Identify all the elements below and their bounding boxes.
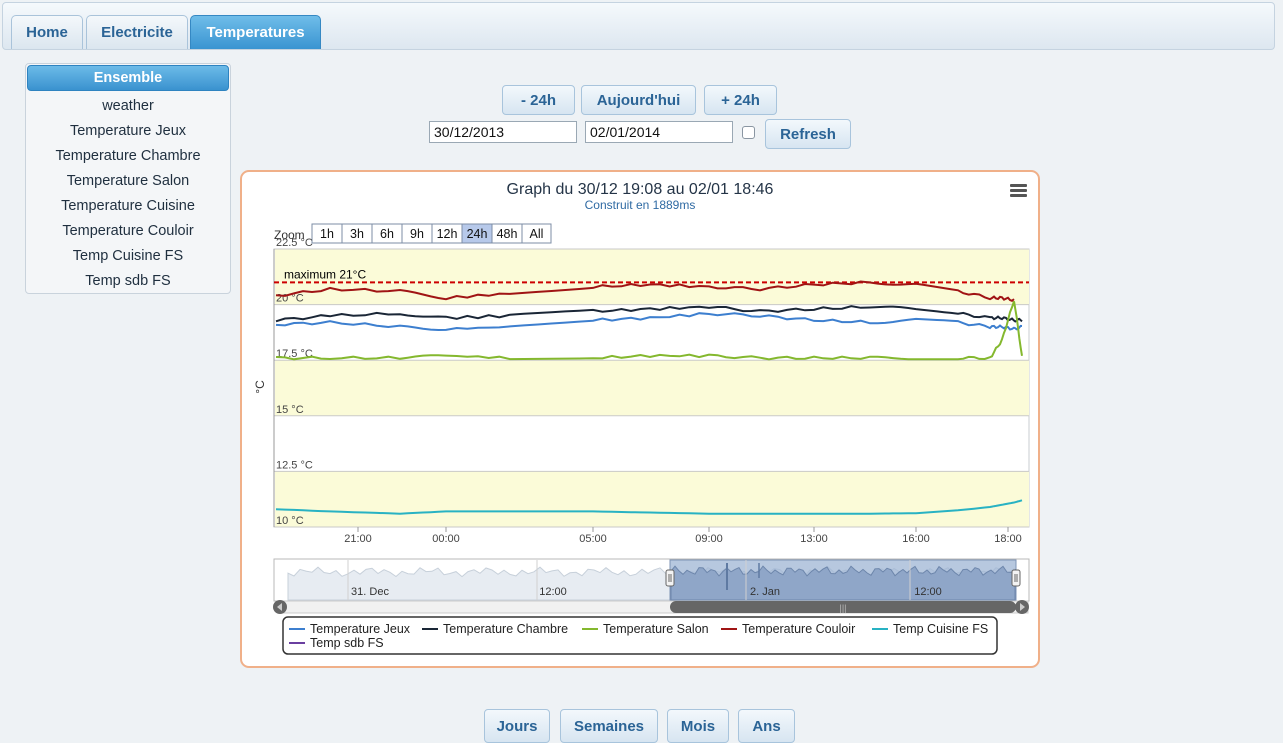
y-tick-label: 22.5 °C bbox=[276, 237, 313, 249]
x-tick-label: 16:00 bbox=[902, 533, 930, 545]
zoom-button-label[interactable]: 9h bbox=[410, 227, 424, 241]
x-tick-label: 13:00 bbox=[800, 533, 828, 545]
navigator-label: 31. Dec bbox=[351, 586, 389, 598]
chart-title: Graph du 30/12 19:08 au 02/01 18:46 bbox=[507, 181, 774, 198]
legend-item[interactable]: Temperature Salon bbox=[603, 622, 709, 636]
scrollbar-grip-icon: ||| bbox=[839, 603, 846, 613]
navigator-handle-icon[interactable] bbox=[665, 569, 675, 587]
mois-button[interactable]: Mois bbox=[667, 709, 729, 743]
legend-item[interactable]: Temperature Couloir bbox=[742, 622, 855, 636]
navigator-label: 2. Jan bbox=[750, 586, 780, 598]
zoom-button-label[interactable]: 3h bbox=[350, 227, 364, 241]
x-tick-label: 09:00 bbox=[695, 533, 723, 545]
navigator-label: 12:00 bbox=[914, 586, 942, 598]
temperature-chart: Graph du 30/12 19:08 au 02/01 18:46 Cons… bbox=[253, 181, 1030, 655]
ans-button[interactable]: Ans bbox=[738, 709, 795, 743]
legend-item[interactable]: Temperature Chambre bbox=[443, 622, 568, 636]
x-tick-label: 21:00 bbox=[344, 533, 372, 545]
y-tick-label: 15 °C bbox=[276, 404, 304, 416]
navigator-handle-icon[interactable] bbox=[1011, 569, 1021, 587]
zoom-button-label[interactable]: 1h bbox=[320, 227, 334, 241]
y-axis-title: °C bbox=[253, 380, 267, 394]
maximum-plot-line-label: maximum 21°C bbox=[284, 267, 366, 281]
x-tick-label: 00:00 bbox=[432, 533, 460, 545]
x-tick-label: 18:00 bbox=[994, 533, 1022, 545]
chart-subtitle: Construit en 1889ms bbox=[585, 198, 696, 212]
zoom-button-label[interactable]: 12h bbox=[437, 227, 458, 241]
plot-band bbox=[275, 360, 1029, 416]
plot-band bbox=[275, 249, 1029, 305]
legend-item[interactable]: Temp Cuisine FS bbox=[893, 622, 988, 636]
plot-band bbox=[275, 471, 1029, 527]
semaines-button[interactable]: Semaines bbox=[560, 709, 658, 743]
jours-button[interactable]: Jours bbox=[484, 709, 550, 743]
legend-item[interactable]: Temp sdb FS bbox=[310, 636, 384, 650]
navigator-label: 12:00 bbox=[539, 586, 567, 598]
zoom-button-label[interactable]: All bbox=[530, 227, 544, 241]
zoom-button-label[interactable]: 24h bbox=[467, 227, 488, 241]
legend-item[interactable]: Temperature Jeux bbox=[310, 622, 411, 636]
y-tick-label: 12.5 °C bbox=[276, 459, 313, 471]
zoom-button-label[interactable]: 48h bbox=[497, 227, 518, 241]
x-tick-label: 05:00 bbox=[579, 533, 607, 545]
hamburger-menu-icon[interactable] bbox=[1010, 184, 1027, 197]
y-tick-label: 10 °C bbox=[276, 515, 304, 527]
zoom-button-label[interactable]: 6h bbox=[380, 227, 394, 241]
